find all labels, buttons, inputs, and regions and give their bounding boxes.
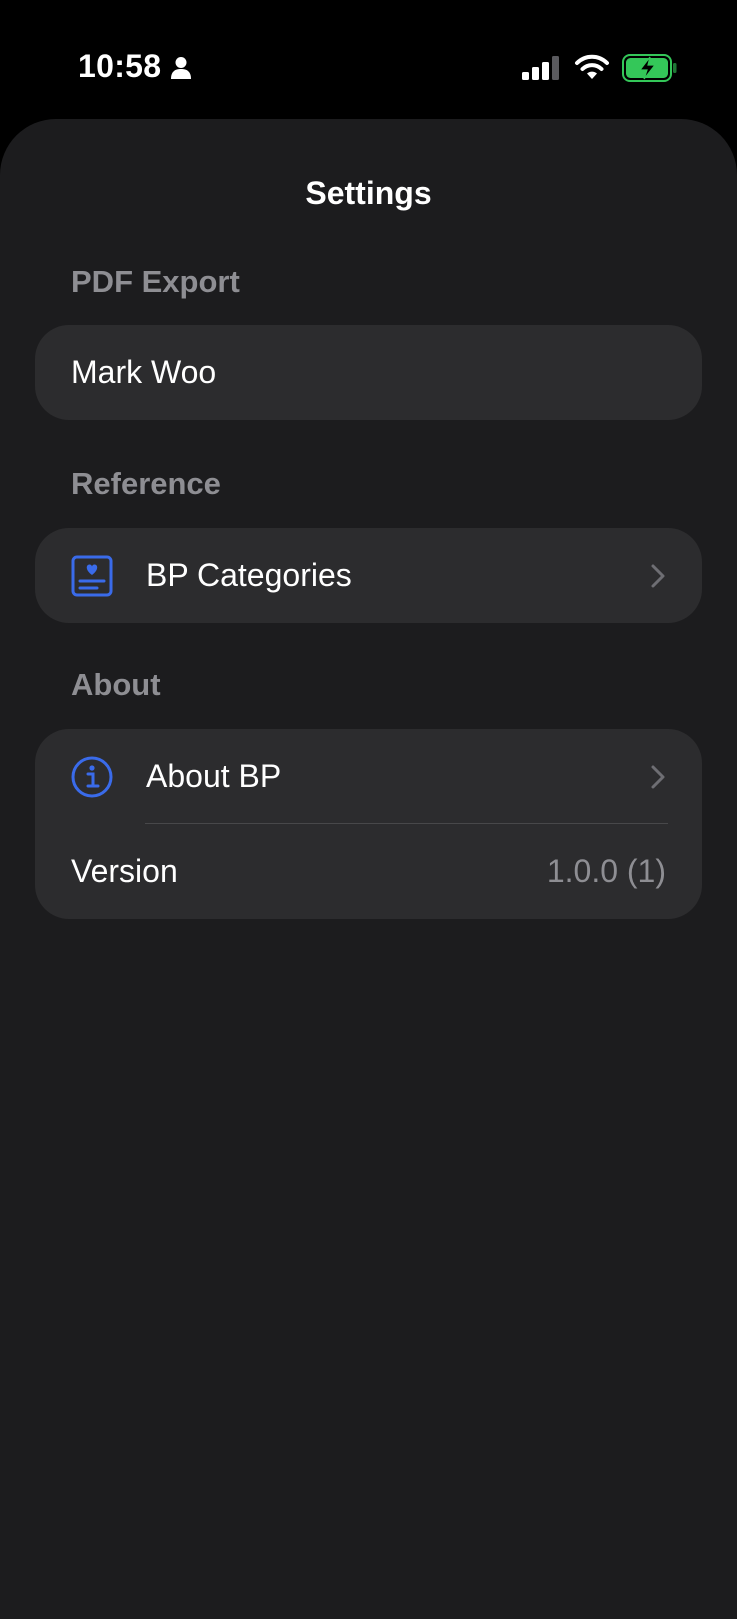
person-icon [171,57,191,79]
section-header-reference: Reference [71,466,221,501]
bp-categories-label: BP Categories [146,557,352,593]
about-group: About BP Version 1.0.0 (1) [35,729,702,919]
cellular-signal-icon [522,56,559,80]
version-value: 1.0.0 (1) [546,853,666,889]
pdf-export-group: Mark Woo [35,325,702,420]
status-bar: 10:58 [0,0,737,120]
chevron-right-icon [651,564,665,587]
wifi-icon [575,54,609,79]
version-row: Version 1.0.0 (1) [35,824,702,919]
battery-charging-icon [622,54,677,82]
section-header-about: About [71,667,161,702]
bp-categories-icon [71,555,113,596]
name-field[interactable]: Mark Woo [35,325,702,420]
info-icon [71,756,113,797]
settings-sheet: Settings PDF Export Mark Woo Reference B… [0,119,737,1619]
page-title: Settings [305,175,432,211]
name-field-value[interactable]: Mark Woo [71,354,216,391]
chevron-right-icon [651,765,665,788]
about-bp-label: About BP [146,758,282,794]
reference-group: BP Categories [35,528,702,623]
bp-categories-row[interactable]: BP Categories [35,528,702,623]
version-label: Version [71,853,178,889]
status-time: 10:58 [78,48,162,84]
about-bp-row[interactable]: About BP [35,729,702,824]
section-header-pdf-export: PDF Export [71,264,240,299]
